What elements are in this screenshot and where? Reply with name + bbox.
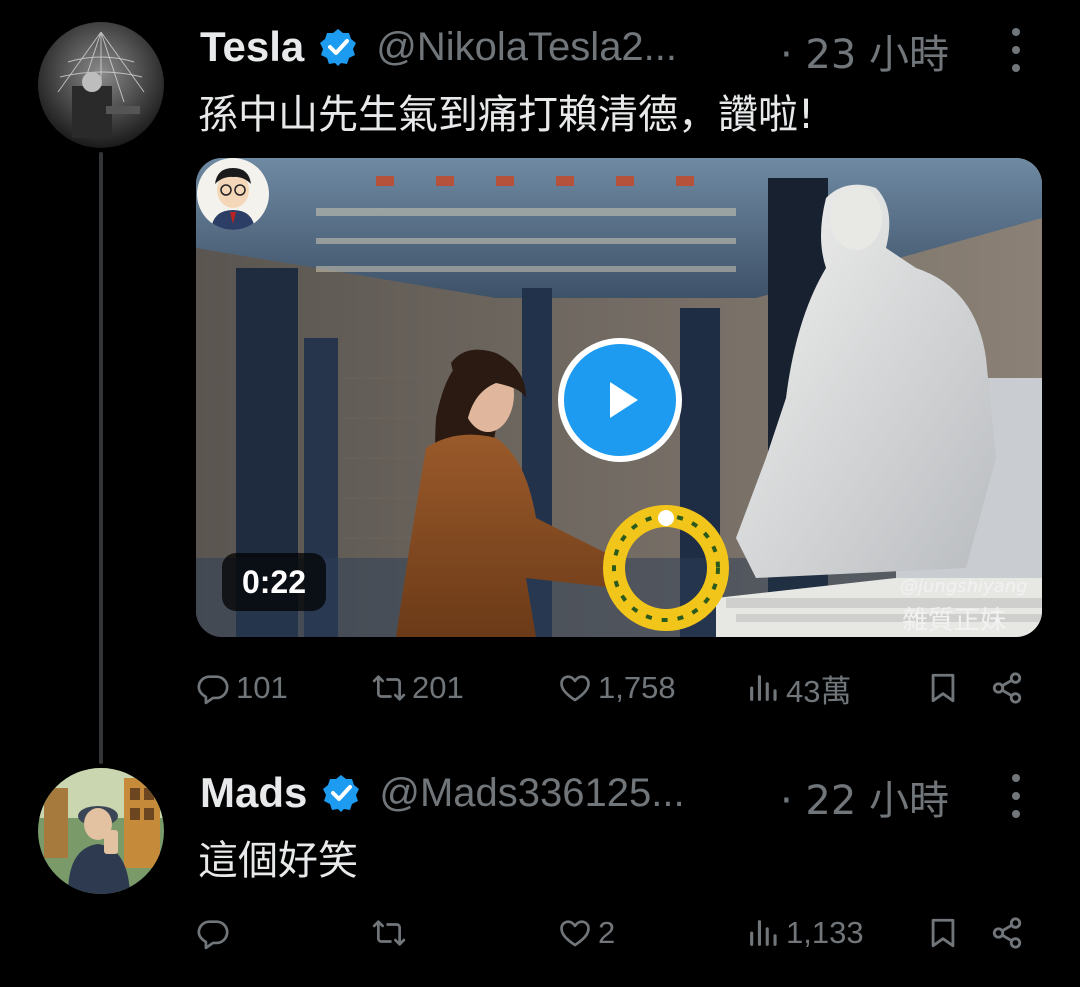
play-button[interactable] [558, 338, 682, 462]
author-handle[interactable]: @NikolaTesla2... [376, 25, 677, 70]
like-button[interactable]: 2 [558, 911, 615, 955]
views-count: 43萬 [786, 673, 852, 709]
reply-button[interactable] [196, 911, 236, 955]
reply-icon [197, 675, 229, 705]
mads-avatar[interactable] [38, 768, 164, 894]
tweet-timestamp[interactable]: · 23 小時 [780, 22, 949, 80]
bookmark-button[interactable] [926, 666, 960, 710]
tweet-actions: 2 1,133 [196, 911, 1036, 955]
tweet-header: Tesla @NikolaTesla2... [200, 22, 677, 72]
reply-count: 101 [236, 670, 288, 705]
views-icon [750, 675, 777, 701]
video-duration: 0:22 [222, 553, 326, 611]
like-count: 2 [598, 915, 616, 950]
retweet-button[interactable] [372, 911, 412, 955]
like-icon [560, 920, 590, 947]
more-options-icon[interactable] [1003, 28, 1029, 72]
verified-badge-icon [318, 27, 358, 67]
bookmark-icon [931, 918, 955, 948]
author-handle[interactable]: @Mads336125... [379, 771, 684, 816]
tweet-actions: 101 201 1,758 43萬 [196, 666, 1036, 710]
tweet-header: Mads @Mads336125... [200, 768, 685, 818]
tweet-text: 這個好笑 [198, 838, 358, 884]
video-creator-avatar [197, 158, 269, 230]
views-button[interactable]: 43萬 [746, 666, 851, 710]
share-button[interactable] [990, 666, 1024, 710]
views-button[interactable]: 1,133 [746, 911, 864, 955]
retweet-count: 201 [412, 670, 464, 705]
views-count: 1,133 [786, 915, 864, 950]
retweet-icon [372, 920, 406, 946]
retweet-icon [372, 675, 406, 701]
verified-badge-icon [321, 773, 361, 813]
tesla-avatar[interactable] [38, 22, 164, 148]
reply-button[interactable]: 101 [196, 666, 288, 710]
tweet-text: 孫中山先生氣到痛打賴清德，讚啦! [198, 92, 815, 138]
author-name[interactable]: Mads [200, 769, 307, 817]
share-icon [992, 917, 1022, 949]
like-button[interactable]: 1,758 [558, 666, 676, 710]
tweet-timestamp[interactable]: · 22 小時 [780, 768, 949, 826]
reply-icon [197, 920, 229, 950]
thread-connector-line [99, 152, 103, 764]
author-name[interactable]: Tesla [200, 23, 304, 71]
like-icon [560, 675, 590, 702]
views-icon [750, 920, 777, 946]
play-icon [610, 382, 638, 418]
retweet-button[interactable]: 201 [372, 666, 464, 710]
share-icon [992, 672, 1022, 704]
bookmark-icon [931, 673, 955, 703]
more-options-icon[interactable] [1003, 774, 1029, 818]
share-button[interactable] [990, 911, 1024, 955]
video-watermark-handle: @jungshiyang [900, 576, 1028, 597]
bookmark-button[interactable] [926, 911, 960, 955]
like-count: 1,758 [598, 670, 676, 705]
video-watermark-text: 雜質正妹 [902, 606, 1007, 636]
